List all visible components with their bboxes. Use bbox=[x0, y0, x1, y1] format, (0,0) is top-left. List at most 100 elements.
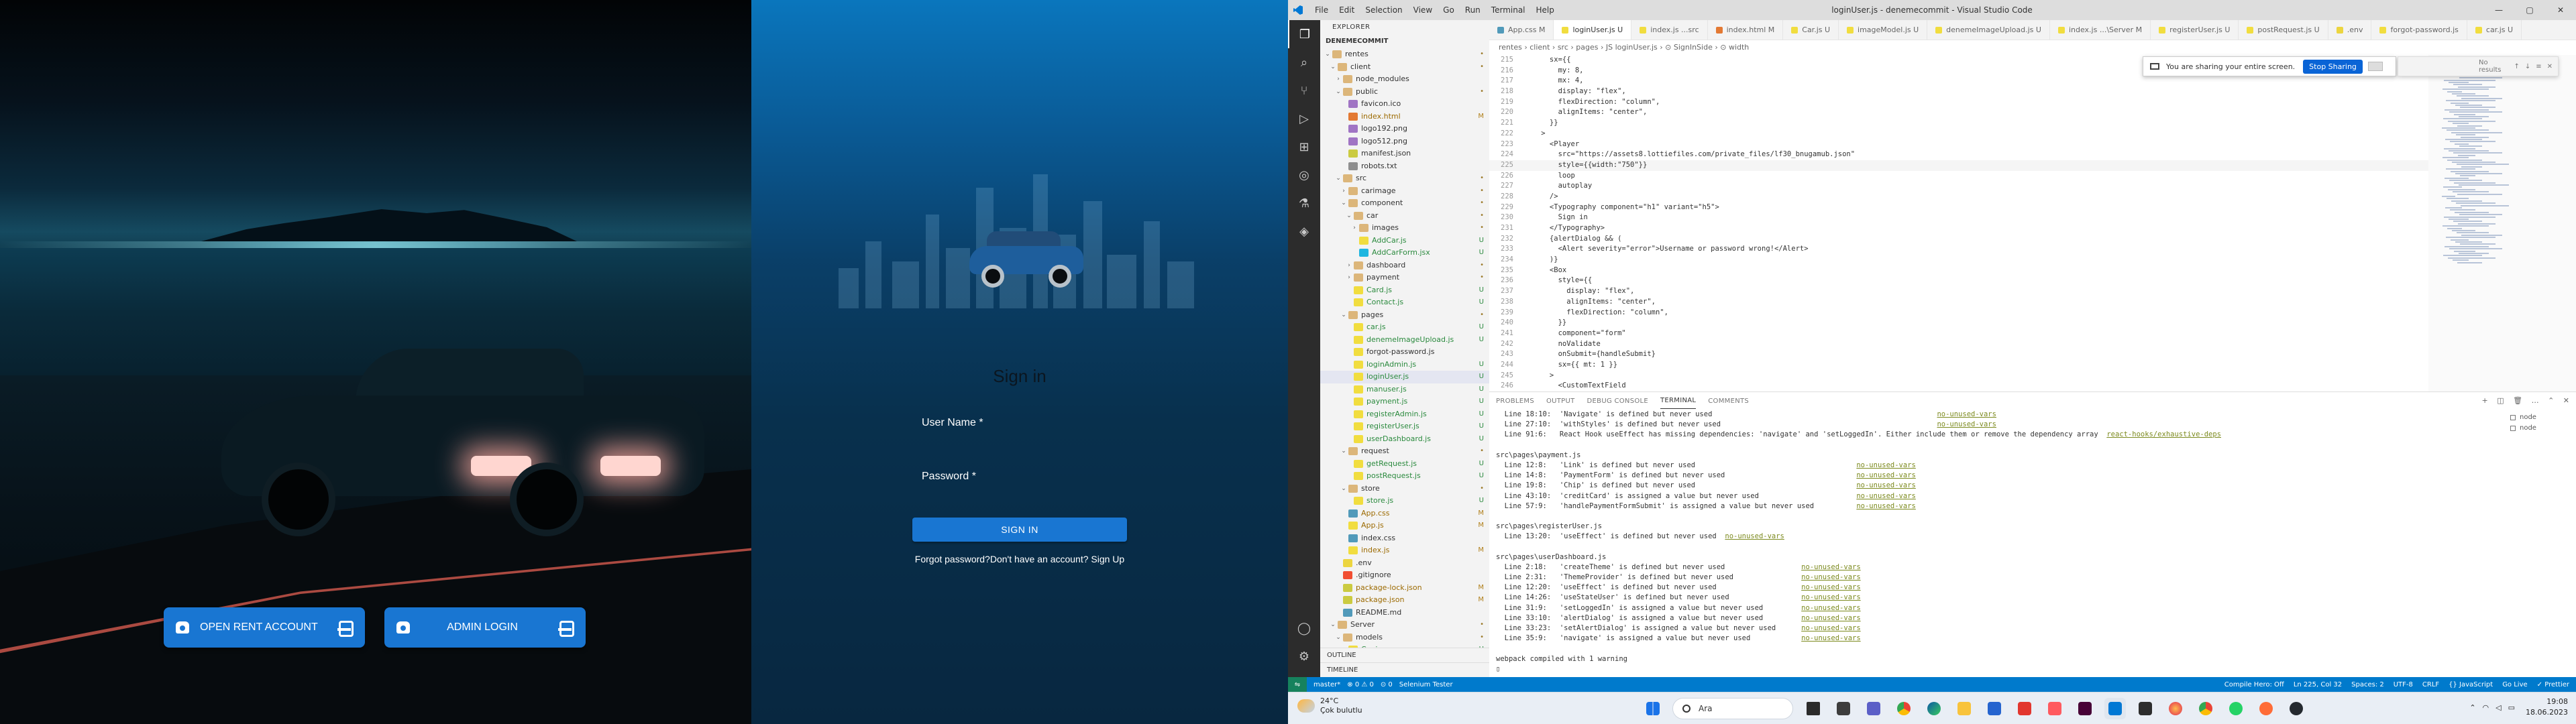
file-tree-item[interactable]: logo192.png bbox=[1320, 123, 1489, 135]
status-item[interactable]: Selenium Tester bbox=[1399, 681, 1453, 688]
panel-tab-comments[interactable]: COMMENTS bbox=[1708, 394, 1749, 409]
find-prev-icon[interactable]: ↑ bbox=[2514, 63, 2519, 70]
file-tree-item[interactable]: AddCarForm.jsx U bbox=[1320, 247, 1489, 259]
panel-tab-debug-console[interactable]: DEBUG CONSOLE bbox=[1587, 394, 1648, 409]
file-tree-item[interactable]: ⌄ store • bbox=[1320, 483, 1489, 495]
file-tree-item[interactable]: Contact.js U bbox=[1320, 296, 1489, 309]
editor-tab[interactable]: denemeImageUpload.js U bbox=[1927, 20, 2050, 40]
start-button[interactable] bbox=[1642, 698, 1664, 719]
forgot-password-link[interactable]: Forgot password? bbox=[915, 554, 990, 564]
file-tree-item[interactable]: ⌄ request • bbox=[1320, 445, 1489, 458]
lint-rule-link[interactable]: no-unused-vars bbox=[1856, 481, 1916, 489]
file-tree-item[interactable]: index.html M bbox=[1320, 111, 1489, 123]
stop-sharing-button[interactable]: Stop Sharing bbox=[2303, 59, 2363, 74]
file-tree-item[interactable]: › dashboard • bbox=[1320, 259, 1489, 272]
lint-rule-link[interactable]: react-hooks/exhaustive-deps bbox=[2106, 430, 2221, 438]
run-debug-icon[interactable]: ▷ bbox=[1288, 105, 1320, 133]
remote-explorer-icon[interactable]: ◎ bbox=[1288, 161, 1320, 189]
postman-app[interactable] bbox=[2255, 698, 2277, 719]
terminal-instance[interactable]: node bbox=[2510, 423, 2571, 434]
file-tree-item[interactable]: manifest.json bbox=[1320, 147, 1489, 160]
clock[interactable]: 19:08 18.06.2023 bbox=[2526, 697, 2568, 718]
settings-gear-icon[interactable]: ⚙ bbox=[1288, 642, 1320, 670]
panel-tab-terminal[interactable]: TERMINAL bbox=[1660, 393, 1697, 409]
file-tree-item[interactable]: .gitignore bbox=[1320, 569, 1489, 582]
file-tree-item[interactable]: App.css M bbox=[1320, 507, 1489, 520]
file-tree-item[interactable]: › payment • bbox=[1320, 272, 1489, 284]
file-tree-item[interactable]: ⌄ src • bbox=[1320, 172, 1489, 185]
outline-section[interactable]: OUTLINE bbox=[1320, 648, 1489, 662]
xd-app[interactable] bbox=[2074, 698, 2096, 719]
editor-tab[interactable]: loginUser.js U bbox=[1554, 20, 1632, 40]
more-actions-icon[interactable]: … bbox=[2532, 396, 2539, 405]
editor-tab[interactable]: forgot-password.js bbox=[2371, 20, 2467, 40]
terminal-app[interactable] bbox=[2135, 698, 2156, 719]
open-rent-account-button[interactable]: OPEN RENT ACCOUNT bbox=[164, 607, 365, 648]
file-tree-item[interactable]: logo512.png bbox=[1320, 135, 1489, 148]
file-tree-item[interactable]: ⌄ models • bbox=[1320, 631, 1489, 644]
minimap[interactable] bbox=[2428, 55, 2576, 391]
file-tree-item[interactable]: getRequest.js U bbox=[1320, 458, 1489, 471]
file-tree-item[interactable]: denemeImageUpload.js U bbox=[1320, 334, 1489, 347]
find-selection-icon[interactable]: ≡ bbox=[2536, 63, 2541, 70]
source-control-icon[interactable]: ⑂ bbox=[1288, 76, 1320, 105]
store-app[interactable] bbox=[1984, 698, 2005, 719]
file-tree-item[interactable]: ⌄ car • bbox=[1320, 210, 1489, 223]
menu-item-help[interactable]: Help bbox=[1531, 5, 1560, 15]
lint-rule-link[interactable]: no-unused-vars bbox=[1801, 634, 1861, 642]
search-icon[interactable]: ⌕ bbox=[1288, 48, 1320, 76]
file-tree-item[interactable]: › images • bbox=[1320, 222, 1489, 235]
status-item[interactable]: UTF-8 bbox=[2394, 681, 2413, 688]
file-tree-item[interactable]: car.js U bbox=[1320, 321, 1489, 334]
find-next-icon[interactable]: ↓ bbox=[2525, 63, 2530, 70]
lint-rule-link[interactable]: no-unused-vars bbox=[1937, 420, 1996, 428]
chrome-app[interactable] bbox=[1893, 698, 1915, 719]
file-tree-item[interactable]: › carimage • bbox=[1320, 185, 1489, 198]
task-view-button[interactable] bbox=[1803, 698, 1824, 719]
chat-app[interactable] bbox=[1863, 698, 1884, 719]
status-item[interactable]: Spaces: 2 bbox=[2351, 681, 2384, 688]
status-item[interactable]: master* bbox=[1313, 681, 1340, 688]
lint-rule-link[interactable]: no-unused-vars bbox=[1801, 624, 1861, 632]
file-tree-item[interactable]: README.md bbox=[1320, 607, 1489, 619]
file-tree-item[interactable]: postRequest.js U bbox=[1320, 470, 1489, 483]
menu-item-view[interactable]: View bbox=[1408, 5, 1438, 15]
status-item[interactable]: CRLF bbox=[2422, 681, 2439, 688]
battery-icon[interactable]: ▭ bbox=[2508, 703, 2515, 712]
file-tree-item[interactable]: index.js M bbox=[1320, 544, 1489, 557]
lint-rule-link[interactable]: no-unused-vars bbox=[1801, 593, 1861, 601]
lint-rule-link[interactable]: no-unused-vars bbox=[1801, 563, 1861, 571]
editor-tab[interactable]: index.js ...src bbox=[1631, 20, 1708, 40]
maximize-icon[interactable]: ▢ bbox=[2514, 0, 2545, 20]
timeline-section[interactable]: TIMELINE bbox=[1320, 662, 1489, 677]
lint-rule-link[interactable]: no-unused-vars bbox=[1801, 583, 1861, 591]
status-item[interactable]: ⊙ 0 bbox=[1381, 681, 1393, 688]
docker-icon[interactable]: ◈ bbox=[1288, 217, 1320, 245]
lint-rule-link[interactable]: no-unused-vars bbox=[1856, 502, 1916, 510]
file-tree-item[interactable]: .env bbox=[1320, 557, 1489, 570]
close-panel-icon[interactable]: ✕ bbox=[2563, 396, 2569, 405]
breadcrumb[interactable]: rentes › client › src › pages › JS login… bbox=[1489, 40, 2093, 55]
file-tree-item[interactable]: ⌄ rentes • bbox=[1320, 48, 1489, 61]
editor-tab[interactable]: .env bbox=[2328, 20, 2372, 40]
menu-item-go[interactable]: Go bbox=[1438, 5, 1460, 15]
code-editor[interactable]: 215 sx={{216 my: 8, 217 mx: 4, 218 display… bbox=[1489, 55, 2428, 391]
status-item[interactable]: Compile Hero: Off bbox=[2224, 681, 2284, 688]
lint-rule-link[interactable]: no-unused-vars bbox=[1856, 461, 1916, 469]
wifi-icon[interactable]: ◠ bbox=[2483, 703, 2489, 712]
split-terminal-icon[interactable]: ◫ bbox=[2497, 396, 2504, 405]
file-tree-item[interactable]: package.json M bbox=[1320, 594, 1489, 607]
hide-share-bar-button[interactable] bbox=[2367, 62, 2383, 71]
weather-widget[interactable]: 24°C Çok bulutlu bbox=[1297, 697, 1362, 715]
admin-login-button[interactable]: ADMIN LOGIN bbox=[384, 607, 586, 648]
explorer-icon[interactable]: ❐ bbox=[1288, 20, 1320, 48]
chevron-up-icon[interactable]: ⌃ bbox=[2469, 703, 2475, 712]
editor-tab[interactable]: index.js ...\Server M bbox=[2050, 20, 2151, 40]
terminal-instance[interactable]: node bbox=[2510, 412, 2571, 423]
editor-tab[interactable]: index.html M bbox=[1708, 20, 1784, 40]
edge-app[interactable] bbox=[1923, 698, 1945, 719]
file-explorer-app[interactable] bbox=[1953, 698, 1975, 719]
firefox-app[interactable] bbox=[2165, 698, 2186, 719]
file-tree-item[interactable]: loginAdmin.js U bbox=[1320, 359, 1489, 371]
widgets-app[interactable] bbox=[1833, 698, 1854, 719]
